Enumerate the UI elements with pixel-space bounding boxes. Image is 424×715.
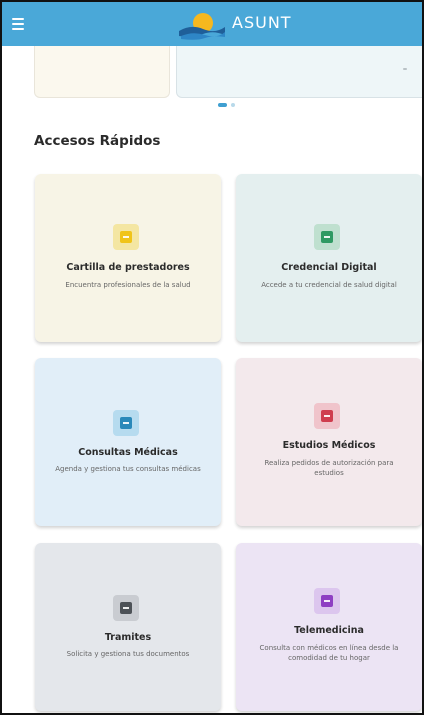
medical-plus-icon [113, 224, 139, 250]
card-description: Consulta con médicos en línea desde la c… [259, 644, 399, 662]
hamburger-menu-icon[interactable] [10, 14, 30, 34]
carousel-slide[interactable] [176, 46, 422, 98]
card-consultas-medicas[interactable]: Consultas Médicas Agenda y gestiona tus … [35, 358, 221, 526]
video-medical-icon [314, 588, 340, 614]
card-telemedicina[interactable]: Telemedicina Consulta con médicos en lín… [236, 543, 422, 711]
card-description: Accede a tu credencial de salud digital [261, 281, 397, 289]
carousel-slide[interactable] [34, 46, 170, 98]
banner-carousel[interactable] [2, 46, 422, 116]
card-description: Encuentra profesionales de la salud [65, 281, 191, 289]
folder-medical-icon [314, 403, 340, 429]
credit-card-icon [314, 224, 340, 250]
app-frame: ASUNT Accesos Rápidos Cartilla de presta… [0, 0, 424, 715]
top-app-bar: ASUNT [2, 2, 422, 46]
card-cartilla-prestadores[interactable]: Cartilla de prestadores Encuentra profes… [35, 174, 221, 342]
card-credencial-digital[interactable]: Credencial Digital Accede a tu credencia… [236, 174, 422, 342]
document-icon [113, 595, 139, 621]
card-title: Credencial Digital [281, 262, 377, 273]
card-description: Realiza pedidos de autorización para est… [264, 459, 394, 477]
card-title: Tramites [104, 632, 152, 643]
section-title: Accesos Rápidos [34, 133, 161, 149]
card-estudios-medicos[interactable]: Estudios Médicos Realiza pedidos de auto… [236, 358, 422, 526]
carousel-dot[interactable] [231, 103, 235, 107]
card-title: Telemedicina [294, 625, 364, 636]
card-tramites[interactable]: Tramites Solicita y gestiona tus documen… [35, 543, 221, 711]
card-title: Consultas Médicas [78, 447, 178, 458]
card-title: Cartilla de prestadores [66, 262, 190, 273]
brand-name: ASUNT [232, 13, 292, 32]
card-description: Agenda y gestiona tus consultas médicas [55, 465, 201, 473]
card-description: Solicita y gestiona tus documentos [66, 650, 190, 658]
carousel-dot-active[interactable] [218, 103, 227, 107]
card-title: Estudios Médicos [282, 440, 376, 451]
slide-marker [403, 68, 407, 70]
medical-bag-icon [113, 410, 139, 436]
sunrise-logo-icon [179, 13, 225, 40]
